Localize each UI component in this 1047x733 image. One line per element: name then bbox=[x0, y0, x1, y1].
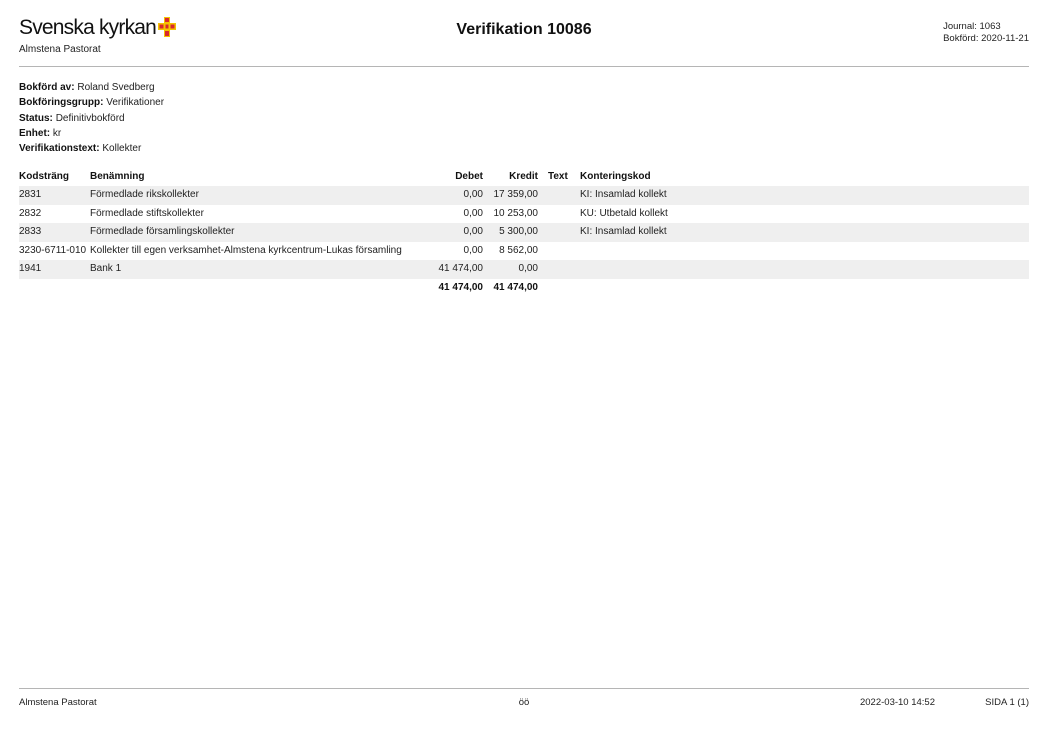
total-debet: 41 474,00 bbox=[438, 281, 484, 293]
col-kodstrang: Kodsträng bbox=[19, 171, 69, 182]
info-row: Bokförd av: Roland Svedberg bbox=[19, 80, 164, 95]
transactions-table: Kodsträng Benämning Debet Kredit Text Ko… bbox=[19, 168, 1029, 297]
cell-kredit: 17 359,00 bbox=[493, 189, 539, 200]
col-konteringskod: Konteringskod bbox=[580, 171, 651, 182]
info-value: Definitivbokförd bbox=[55, 112, 125, 124]
cell-konteringskod: KU: Utbetald kollekt bbox=[580, 207, 668, 219]
journal-number: Journal: 1063 bbox=[943, 21, 1001, 32]
info-value: Kollekter bbox=[102, 143, 142, 155]
bokford-date: Bokförd: 2020-11-21 bbox=[943, 33, 1029, 44]
total-kredit: 41 474,00 bbox=[493, 281, 539, 293]
info-value: kr bbox=[52, 127, 62, 139]
info-key: Bokförd av: bbox=[19, 82, 75, 93]
table-row: 1941 Bank 1 41 474,00 0,00 bbox=[19, 260, 1029, 279]
cell-kredit: 5 300,00 bbox=[499, 226, 538, 237]
info-row: Enhet: kr bbox=[19, 126, 164, 141]
cell-debet: 0,00 bbox=[463, 244, 483, 256]
cell-kodstrang: 3230-6711-010 bbox=[19, 244, 87, 256]
col-benamning: Benämning bbox=[90, 171, 145, 182]
info-key: Enhet: bbox=[19, 127, 51, 139]
cell-benamning: Kollekter till egen verksamhet-Almstena … bbox=[90, 244, 402, 256]
table-row: 2831 Förmedlade rikskollekter 0,00 17 35… bbox=[19, 186, 1029, 205]
cell-kredit: 0,00 bbox=[518, 263, 538, 274]
footer-datetime: 2022-03-10 14:52 bbox=[859, 697, 935, 708]
table-row: 3230-6711-010 Kollekter till egen verksa… bbox=[19, 242, 1029, 261]
cell-benamning: Bank 1 bbox=[90, 263, 122, 274]
col-debet: Debet bbox=[455, 171, 483, 182]
page-title: Verifikation 10086 bbox=[456, 21, 592, 38]
table-row: 2833 Förmedlade församlingskollekter 0,0… bbox=[19, 223, 1029, 242]
table-header: Kodsträng Benämning Debet Kredit Text Ko… bbox=[19, 168, 1029, 186]
cell-konteringskod: KI: Insamlad kollekt bbox=[580, 226, 667, 237]
table-row: 2832 Förmedlade stiftskollekter 0,00 10 … bbox=[19, 205, 1029, 224]
cell-benamning: Förmedlade församlingskollekter bbox=[90, 226, 235, 237]
info-key: Verifikationstext: bbox=[19, 143, 100, 155]
cell-kredit: 10 253,00 bbox=[493, 207, 539, 219]
info-row: Verifikationstext: Kollekter bbox=[19, 141, 164, 156]
cell-debet: 41 474,00 bbox=[438, 263, 484, 274]
cell-benamning: Förmedlade stiftskollekter bbox=[90, 207, 204, 219]
info-key: Status: bbox=[19, 112, 53, 124]
cell-debet: 0,00 bbox=[463, 189, 483, 200]
organization-name: Almstena Pastorat bbox=[19, 44, 101, 55]
col-kredit: Kredit bbox=[509, 171, 538, 182]
cell-debet: 0,00 bbox=[463, 226, 483, 237]
info-key: Bokföringsgrupp: bbox=[19, 97, 104, 109]
verification-info: Bokförd av: Roland Svedberg Bokföringsgr… bbox=[19, 80, 164, 156]
cell-benamning: Förmedlade rikskollekter bbox=[90, 189, 199, 200]
info-value: Roland Svedberg bbox=[77, 82, 155, 93]
page-footer: Almstena Pastorat öö 2022-03-10 14:52 SI… bbox=[19, 688, 1029, 718]
cell-kodstrang: 2831 bbox=[19, 189, 42, 200]
col-text: Text bbox=[548, 171, 568, 182]
cell-kodstrang: 2833 bbox=[19, 226, 42, 237]
page-header: Svenska kyrkan Almstena Pastorat Verifik… bbox=[19, 14, 1029, 67]
page-number: SIDA 1 (1) bbox=[985, 697, 1029, 708]
info-row: Status: Definitivbokförd bbox=[19, 111, 164, 126]
cell-debet: 0,00 bbox=[463, 207, 483, 219]
journal-meta: Journal: 1063 Bokförd: 2020-11-21 bbox=[943, 21, 1029, 45]
info-row: Bokföringsgrupp: Verifikationer bbox=[19, 95, 164, 110]
cell-kredit: 8 562,00 bbox=[499, 244, 538, 256]
cell-kodstrang: 2832 bbox=[19, 207, 42, 219]
table-totals-row: 41 474,00 41 474,00 bbox=[19, 279, 1029, 298]
cell-konteringskod: KI: Insamlad kollekt bbox=[580, 189, 667, 200]
cell-kodstrang: 1941 bbox=[19, 263, 42, 274]
info-value: Verifikationer bbox=[106, 97, 165, 109]
